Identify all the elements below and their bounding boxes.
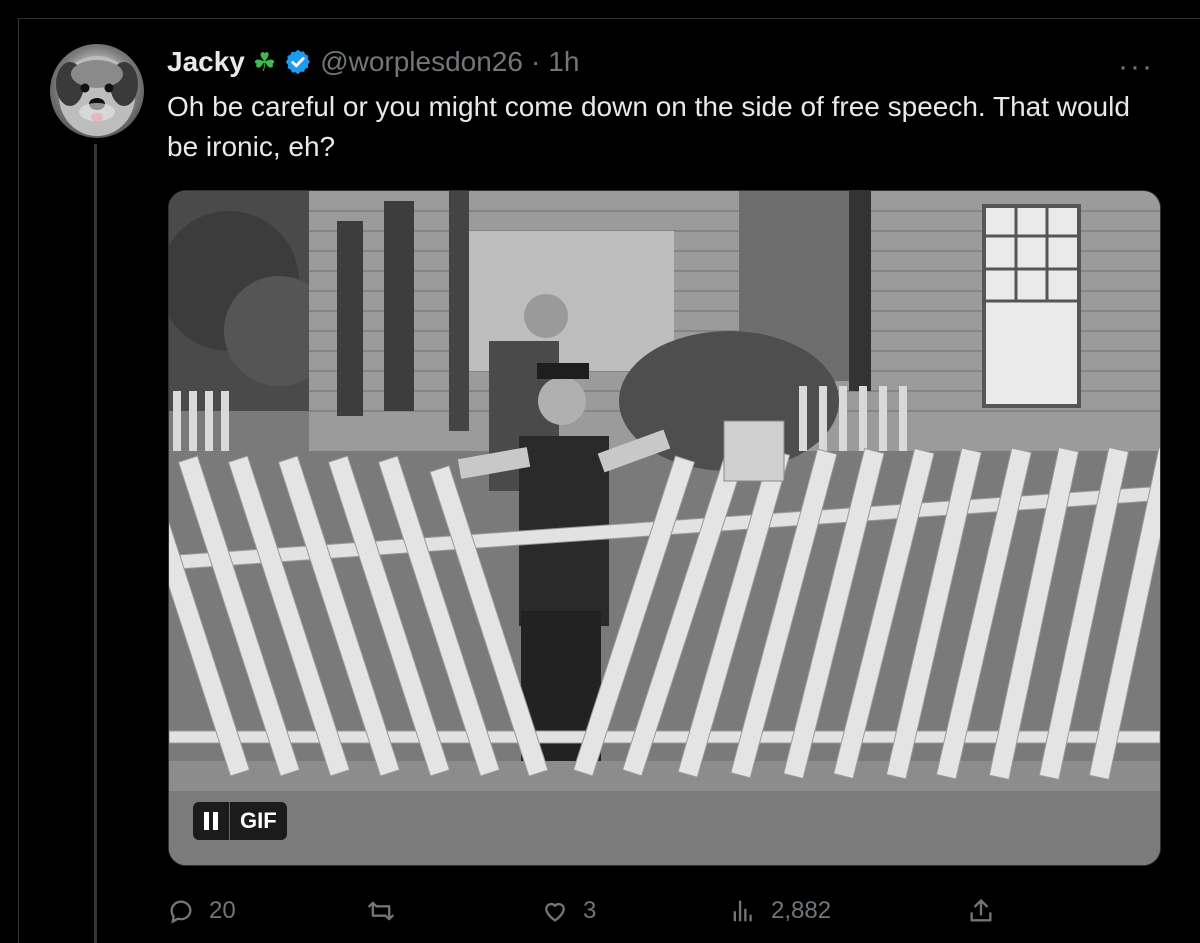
tweet-text: Oh be careful or you might come down on … (167, 91, 1130, 162)
tweet-header: Jacky ☘ @worplesdon26 · 1h (167, 42, 579, 82)
views-count: 2,882 (771, 897, 832, 924)
verified-badge-icon[interactable] (284, 48, 312, 76)
reply-icon (170, 900, 192, 924)
thread-connector-line (94, 144, 97, 943)
reply-count: 20 (209, 897, 236, 924)
gif-frame-image (169, 191, 1160, 865)
share-button[interactable] (967, 893, 995, 929)
share-icon (970, 899, 992, 922)
like-button[interactable]: 3 (541, 893, 596, 929)
timeline-left-border (18, 18, 19, 943)
clover-emoji: ☘ (252, 47, 277, 77)
gif-label: GIF (240, 808, 277, 833)
more-options-icon[interactable]: ··· (1118, 50, 1154, 84)
author-name[interactable]: Jacky (167, 46, 245, 78)
tweet-actions-bar: 20 3 2,882 (167, 893, 1167, 929)
views-icon (733, 900, 752, 922)
reply-button[interactable]: 20 (167, 893, 236, 929)
gif-badge[interactable]: GIF (193, 802, 287, 840)
avatar[interactable] (50, 44, 144, 138)
like-count: 3 (583, 897, 597, 924)
pause-icon[interactable] (193, 802, 230, 840)
timeline-top-border (18, 18, 1200, 19)
repost-button[interactable] (367, 893, 409, 929)
views-button[interactable]: 2,882 (729, 893, 831, 929)
header-separator: · (530, 46, 541, 77)
repost-icon (368, 901, 394, 921)
author-handle[interactable]: @worplesdon26 (320, 46, 523, 78)
tweet-timestamp[interactable]: 1h (548, 46, 579, 78)
gif-media[interactable]: GIF (168, 190, 1161, 866)
heart-icon (545, 902, 565, 922)
